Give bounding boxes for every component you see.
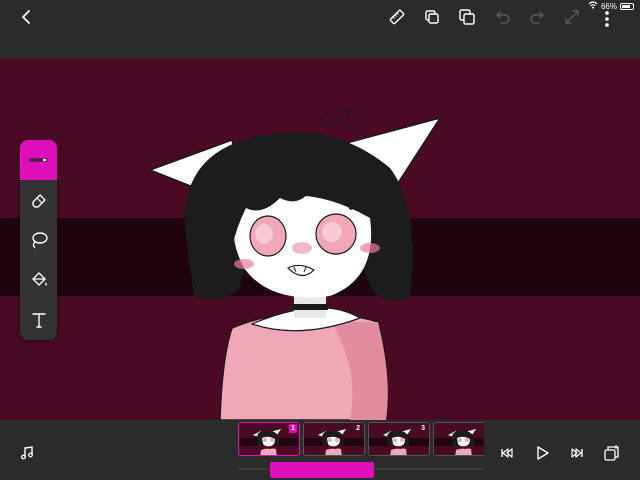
tool-palette bbox=[20, 140, 57, 340]
frame-number: 3 bbox=[421, 425, 425, 432]
tool-eraser[interactable] bbox=[20, 180, 57, 220]
skip-forward-icon[interactable] bbox=[566, 442, 588, 464]
eraser-icon bbox=[29, 190, 49, 210]
battery-icon bbox=[620, 2, 634, 10]
battery-percent: 66% bbox=[600, 1, 617, 11]
wifi-icon bbox=[588, 1, 598, 11]
layers-icon[interactable] bbox=[456, 6, 478, 28]
play-icon[interactable] bbox=[531, 442, 553, 464]
tool-brush[interactable] bbox=[20, 140, 57, 180]
tool-text[interactable] bbox=[20, 300, 57, 340]
tool-lasso[interactable] bbox=[20, 220, 57, 260]
timeline-frame[interactable]: 3 bbox=[368, 422, 430, 456]
timeline-frame[interactable]: 1 bbox=[238, 422, 300, 456]
undo-icon[interactable] bbox=[492, 6, 514, 28]
onion-skin-icon[interactable] bbox=[601, 442, 623, 464]
frame-number: 1 bbox=[289, 424, 297, 433]
skip-back-icon[interactable] bbox=[496, 442, 518, 464]
duplicate-frame-icon[interactable] bbox=[421, 6, 443, 28]
lasso-icon bbox=[29, 230, 49, 250]
ruler-icon[interactable] bbox=[386, 6, 408, 28]
timeline-scrubber[interactable] bbox=[270, 462, 374, 478]
music-icon[interactable] bbox=[16, 442, 38, 464]
redo-icon[interactable] bbox=[526, 6, 548, 28]
drawing-canvas[interactable] bbox=[0, 58, 640, 420]
timeline-frame[interactable] bbox=[433, 422, 484, 456]
timeline-frame[interactable]: 2 bbox=[303, 422, 365, 456]
brush-icon bbox=[29, 150, 49, 170]
fill-bucket-icon bbox=[29, 270, 49, 290]
expand-icon[interactable] bbox=[561, 6, 583, 28]
status-bar: 66% bbox=[588, 0, 634, 12]
back-chevron-icon[interactable] bbox=[16, 6, 38, 28]
text-tool-icon bbox=[29, 310, 49, 330]
top-toolbar bbox=[0, 0, 640, 58]
frame-number: 2 bbox=[356, 425, 360, 432]
tool-fill[interactable] bbox=[20, 260, 57, 300]
character-artwork bbox=[147, 107, 442, 420]
